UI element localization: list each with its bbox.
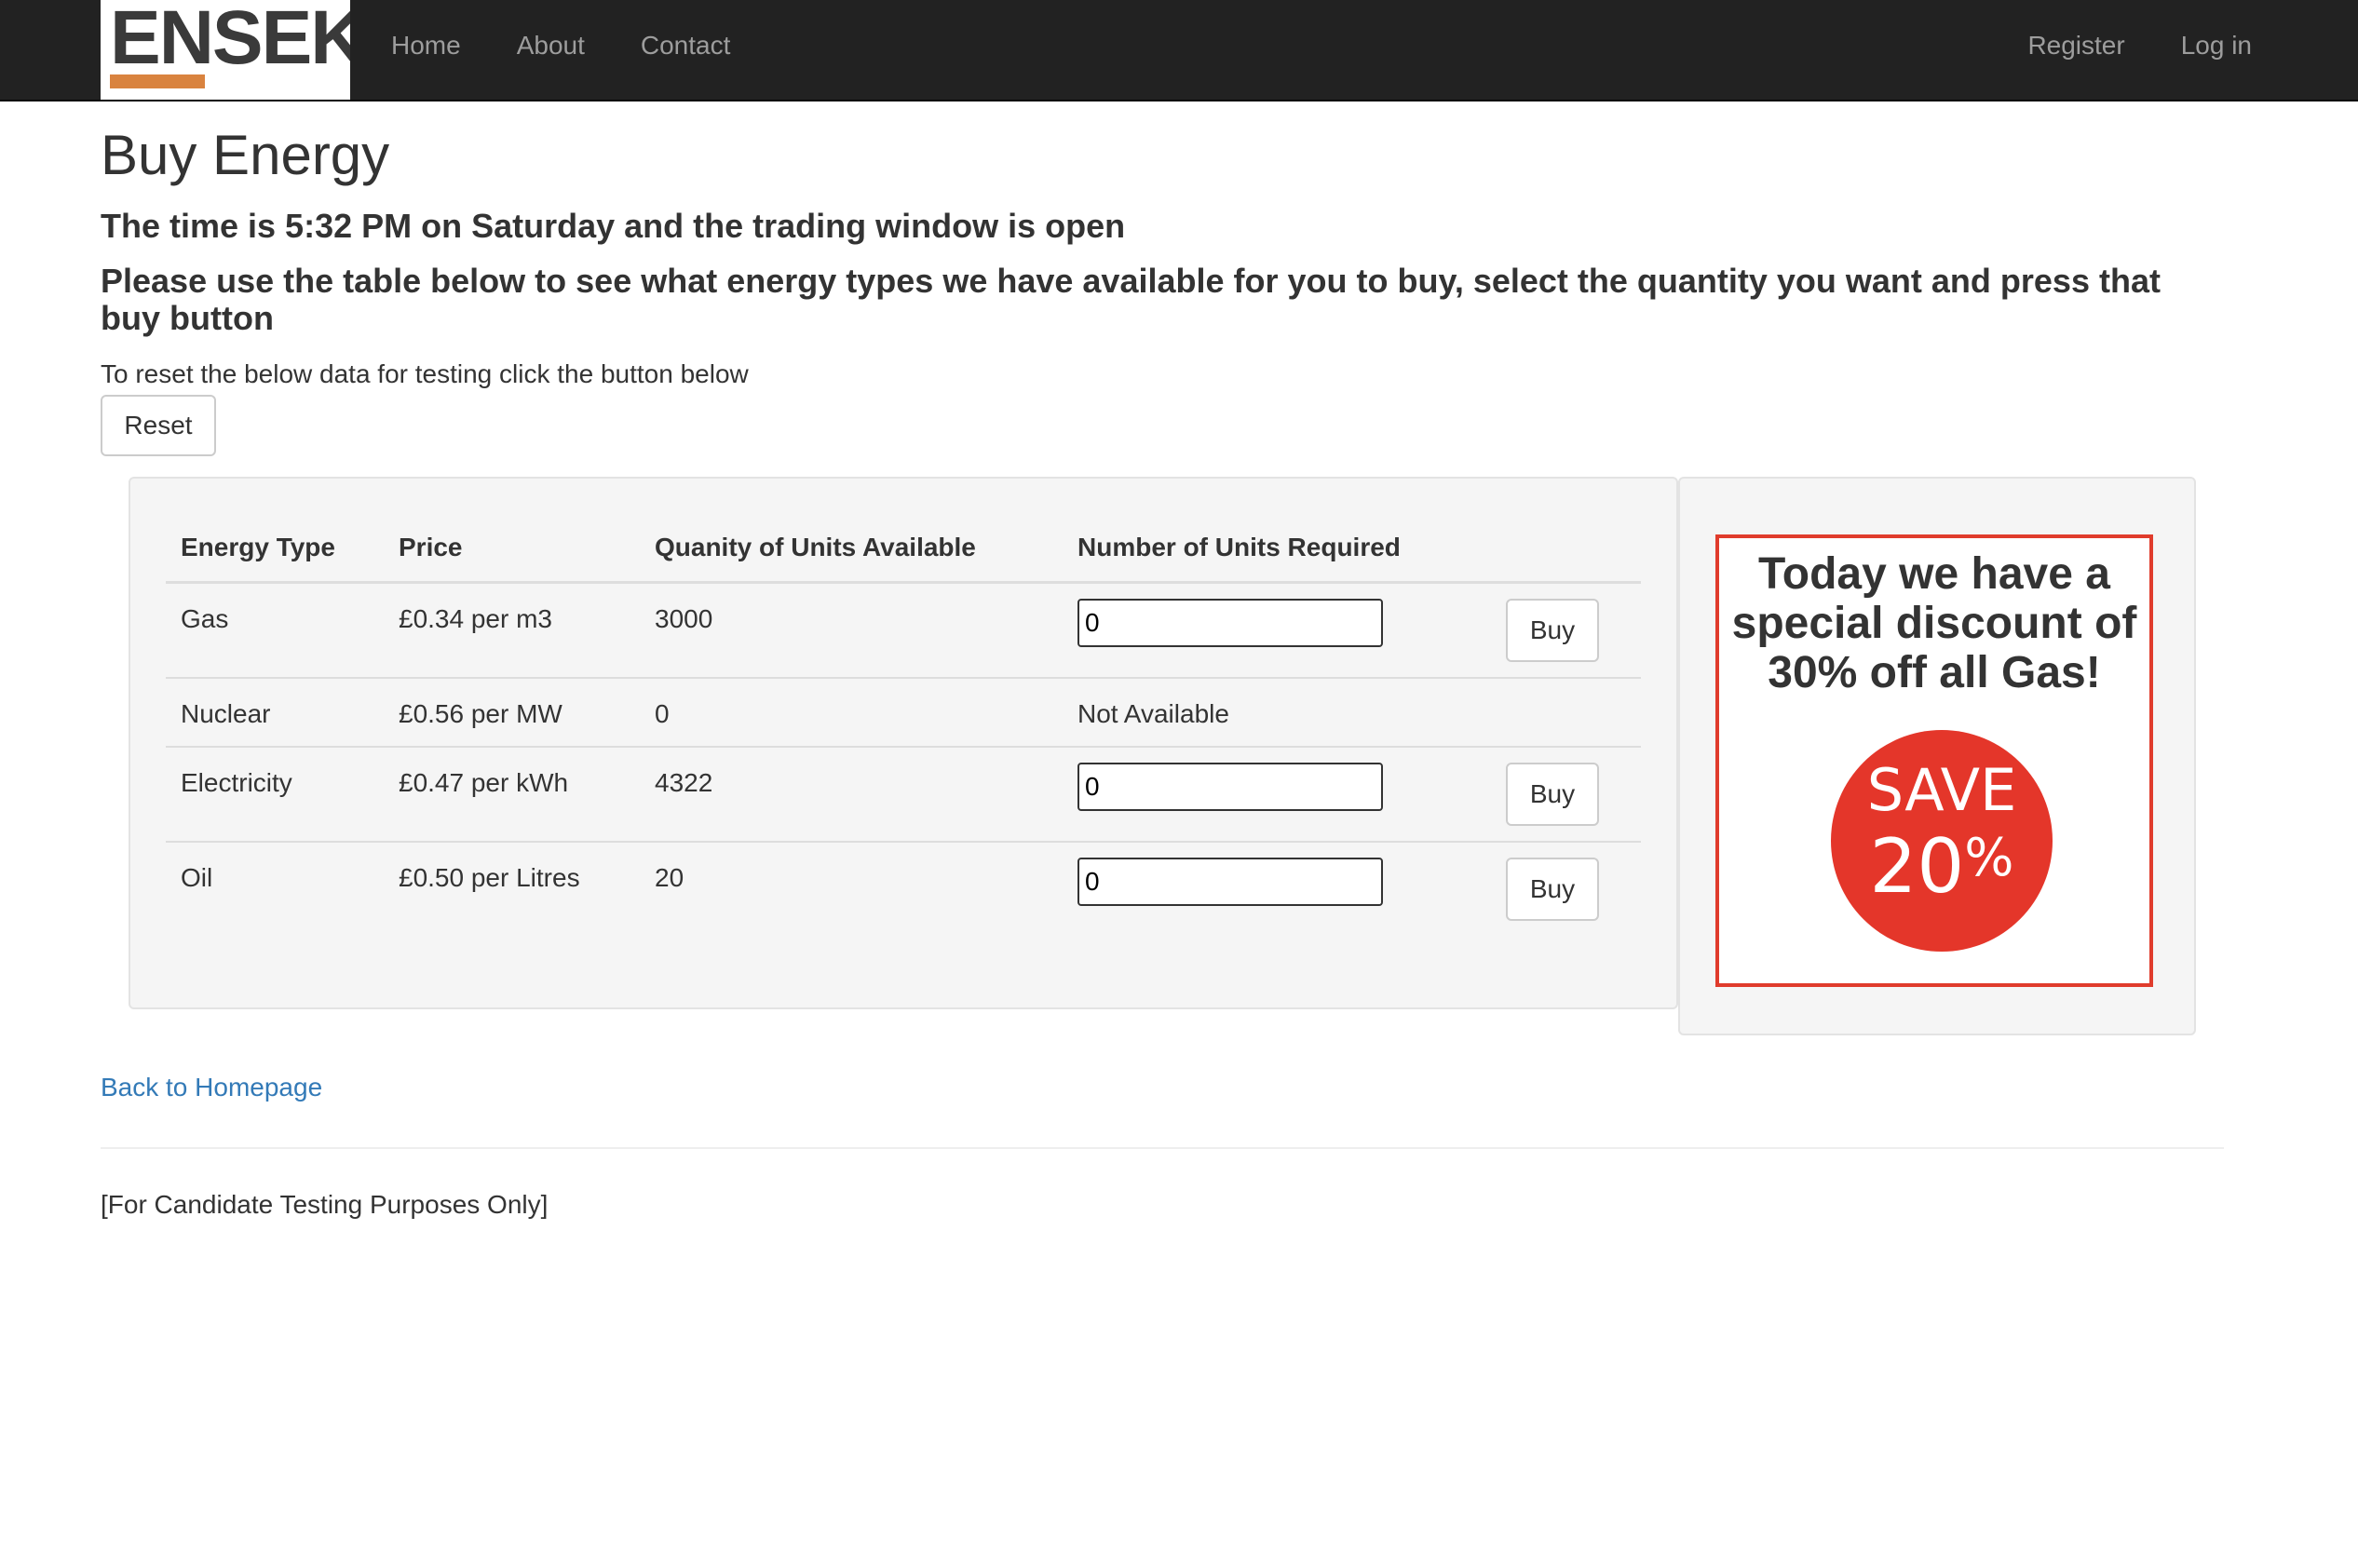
buy-oil-button[interactable]: Buy <box>1506 858 1599 921</box>
units-available: 4322 <box>655 768 713 797</box>
header-price: Price <box>384 514 640 584</box>
footer-note: [For Candidate Testing Purposes Only] <box>101 1190 549 1219</box>
energy-type: Electricity <box>181 768 292 797</box>
units-available: 0 <box>655 699 670 728</box>
gas-quantity-input[interactable] <box>1077 599 1383 647</box>
units-available: 20 <box>655 863 684 892</box>
units-available: 3000 <box>655 604 713 633</box>
oil-quantity-input[interactable] <box>1077 858 1383 906</box>
price: £0.47 per kWh <box>399 768 569 797</box>
table-header-row: Energy Type Price Quanity of Units Avail… <box>166 514 1641 584</box>
header-action <box>1491 514 1641 584</box>
nav-register-link[interactable]: Register <box>1999 31 2152 61</box>
table-row-nuclear: Nuclear £0.56 per MW 0 Not Available <box>166 678 1641 748</box>
price: £0.50 per Litres <box>399 863 580 892</box>
badge-save-word: SAVE <box>1866 756 2017 824</box>
reset-instruction: To reset the below data for testing clic… <box>101 359 749 388</box>
price: £0.56 per MW <box>399 699 562 728</box>
not-available-status: Not Available <box>1077 699 1229 728</box>
nav-login-link[interactable]: Log in <box>2153 31 2280 61</box>
energy-table-panel: Energy Type Price Quanity of Units Avail… <box>129 477 1678 1009</box>
promo-text: Today we have a special discount of 30% … <box>1731 549 2137 697</box>
page-title: Buy Energy <box>101 124 390 186</box>
footer-divider <box>101 1147 2224 1149</box>
logo-orange-bar <box>110 74 205 88</box>
nav-contact-link[interactable]: Contact <box>613 31 759 61</box>
table-row-oil: Oil £0.50 per Litres 20 Buy <box>166 842 1641 936</box>
nav-right: Register Log in <box>1999 0 2280 90</box>
header-quantity-available: Quanity of Units Available <box>640 514 1063 584</box>
energy-type: Oil <box>181 863 213 892</box>
price: £0.34 per m3 <box>399 604 552 633</box>
ensek-logo[interactable]: ENSEK <box>101 0 350 100</box>
reset-button[interactable]: Reset <box>101 395 216 456</box>
back-to-homepage-link[interactable]: Back to Homepage <box>101 1073 322 1102</box>
energy-type: Gas <box>181 604 229 633</box>
energy-type: Nuclear <box>181 699 271 728</box>
table-row-gas: Gas £0.34 per m3 3000 Buy <box>166 582 1641 679</box>
energy-table: Energy Type Price Quanity of Units Avail… <box>166 514 1641 936</box>
save-badge-icon: SAVE 20% <box>1831 730 2053 952</box>
nav-home-link[interactable]: Home <box>363 31 489 61</box>
navbar: ENSEK Home About Contact Register Log in <box>0 0 2358 101</box>
badge-percentage: 20% <box>1831 819 2053 906</box>
trading-time-status: The time is 5:32 PM on Saturday and the … <box>101 207 1126 245</box>
electricity-quantity-input[interactable] <box>1077 763 1383 811</box>
promo-panel: Today we have a special discount of 30% … <box>1678 477 2196 1035</box>
buy-gas-button[interactable]: Buy <box>1506 599 1599 662</box>
header-units-required: Number of Units Required <box>1063 514 1491 584</box>
header-energy-type: Energy Type <box>166 514 384 584</box>
discount-promo-box: Today we have a special discount of 30% … <box>1715 534 2153 987</box>
brand-text: ENSEK <box>110 0 350 80</box>
table-row-electricity: Electricity £0.47 per kWh 4322 Buy <box>166 747 1641 843</box>
instructions-text: Please use the table below to see what e… <box>101 262 2161 337</box>
nav-about-link[interactable]: About <box>489 31 613 61</box>
badge-number: 20 <box>1869 823 1965 910</box>
nav-left: Home About Contact <box>363 0 758 90</box>
badge-percent-symbol: % <box>1964 828 2014 888</box>
buy-electricity-button[interactable]: Buy <box>1506 763 1599 826</box>
